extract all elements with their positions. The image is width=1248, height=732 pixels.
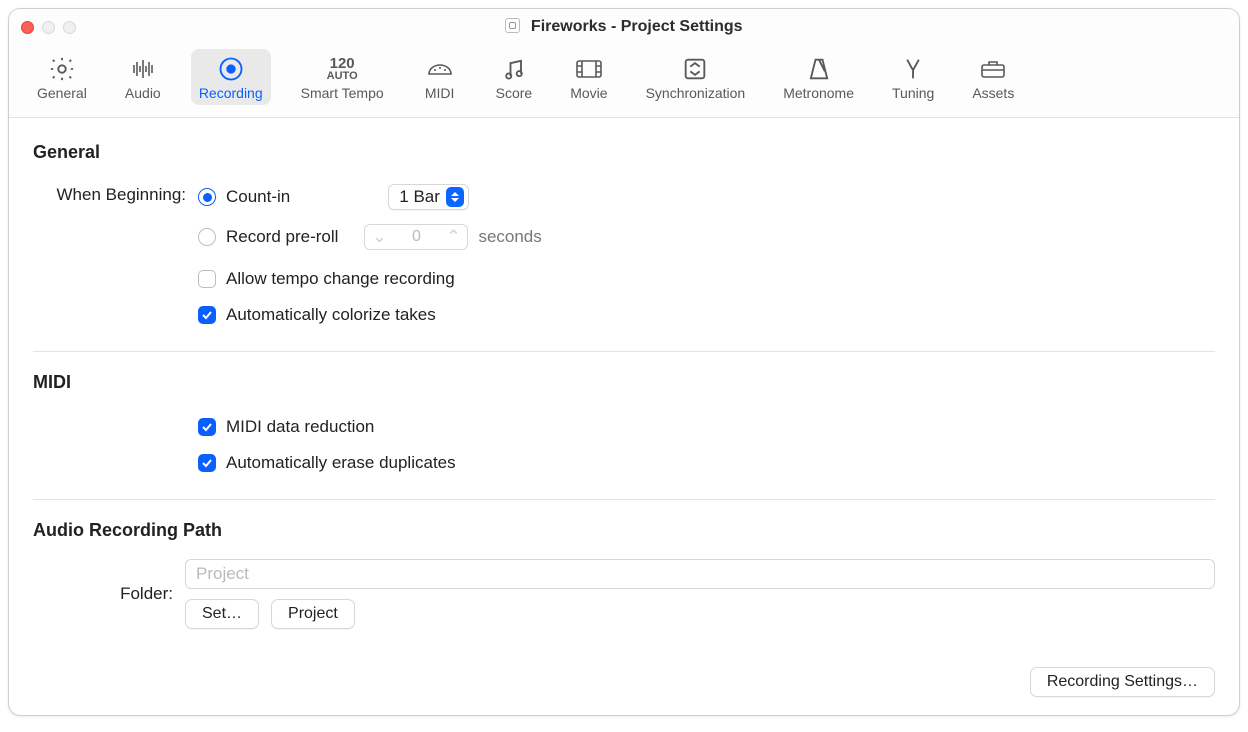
tab-smart-tempo[interactable]: 120AUTO Smart Tempo — [293, 49, 392, 105]
count-in-label: Count-in — [226, 187, 290, 207]
divider — [33, 351, 1215, 352]
metronome-icon — [801, 55, 837, 83]
erase-duplicates-label: Automatically erase duplicates — [226, 453, 456, 473]
app-icon — [505, 18, 520, 33]
tab-general[interactable]: General — [29, 49, 95, 105]
tab-label: Recording — [199, 85, 263, 101]
tab-label: MIDI — [425, 85, 455, 101]
tab-synchronization[interactable]: Synchronization — [638, 49, 754, 105]
auto-colorize-label: Automatically colorize takes — [226, 305, 436, 325]
section-midi-title: MIDI — [33, 372, 1215, 393]
midi-data-reduction-label: MIDI data reduction — [226, 417, 374, 437]
folder-label: Folder: — [33, 584, 185, 604]
waveform-icon — [125, 55, 161, 83]
window-title: Fireworks - Project Settings — [9, 18, 1239, 36]
tab-audio[interactable]: Audio — [117, 49, 169, 105]
tab-label: Score — [496, 85, 533, 101]
folder-placeholder: Project — [196, 564, 249, 584]
tab-tuning[interactable]: Tuning — [884, 49, 942, 105]
radio-pre-roll[interactable] — [198, 228, 216, 246]
section-general-title: General — [33, 142, 1215, 163]
tab-movie[interactable]: Movie — [562, 49, 615, 105]
tab-recording[interactable]: Recording — [191, 49, 271, 105]
checkbox-midi-data-reduction[interactable] — [198, 418, 216, 436]
chevron-updown-icon — [446, 187, 464, 207]
set-button[interactable]: Set… — [185, 599, 259, 629]
count-in-select[interactable]: 1 Bar — [388, 184, 469, 210]
tab-score[interactable]: Score — [488, 49, 541, 105]
content-area: General When Beginning: Count-in 1 Bar R… — [9, 118, 1239, 715]
divider — [33, 499, 1215, 500]
film-icon — [571, 55, 607, 83]
recording-settings-button[interactable]: Recording Settings… — [1030, 667, 1215, 697]
tab-label: Tuning — [892, 85, 934, 101]
tab-label: Movie — [570, 85, 607, 101]
radio-count-in[interactable] — [198, 188, 216, 206]
project-button[interactable]: Project — [271, 599, 355, 629]
smart-tempo-icon: 120AUTO — [324, 55, 360, 83]
sync-icon — [677, 55, 713, 83]
tab-label: Smart Tempo — [301, 85, 384, 101]
chevron-up-icon[interactable]: ⌃ — [439, 227, 467, 247]
music-notes-icon — [496, 55, 532, 83]
briefcase-icon — [975, 55, 1011, 83]
checkbox-erase-duplicates[interactable] — [198, 454, 216, 472]
tab-midi[interactable]: MIDI — [414, 49, 466, 105]
midi-port-icon — [422, 55, 458, 83]
tab-label: Synchronization — [646, 85, 746, 101]
seconds-label: seconds — [478, 227, 541, 247]
pre-roll-label: Record pre-roll — [226, 227, 338, 247]
tab-label: Audio — [125, 85, 161, 101]
tab-label: Assets — [972, 85, 1014, 101]
count-in-value: 1 Bar — [399, 187, 440, 207]
section-audio-path-title: Audio Recording Path — [33, 520, 1215, 541]
pre-roll-value: 0 — [393, 228, 439, 246]
when-beginning-label: When Beginning: — [33, 181, 198, 205]
gear-icon — [44, 55, 80, 83]
record-icon — [213, 55, 249, 83]
toolbar: General Audio Recording 120AUTO Smart Te… — [9, 45, 1239, 118]
tab-label: Metronome — [783, 85, 854, 101]
checkbox-auto-colorize[interactable] — [198, 306, 216, 324]
tab-assets[interactable]: Assets — [964, 49, 1022, 105]
tab-metronome[interactable]: Metronome — [775, 49, 862, 105]
allow-tempo-label: Allow tempo change recording — [226, 269, 455, 289]
folder-field[interactable]: Project — [185, 559, 1215, 589]
titlebar: Fireworks - Project Settings — [9, 9, 1239, 45]
checkbox-allow-tempo-change[interactable] — [198, 270, 216, 288]
chevron-down-icon[interactable]: ⌄ — [365, 227, 393, 247]
tab-label: General — [37, 85, 87, 101]
settings-window: Fireworks - Project Settings General Aud… — [8, 8, 1240, 716]
pre-roll-stepper[interactable]: ⌄ 0 ⌃ — [364, 224, 468, 250]
tuning-fork-icon — [895, 55, 931, 83]
window-title-text: Fireworks - Project Settings — [531, 18, 743, 35]
